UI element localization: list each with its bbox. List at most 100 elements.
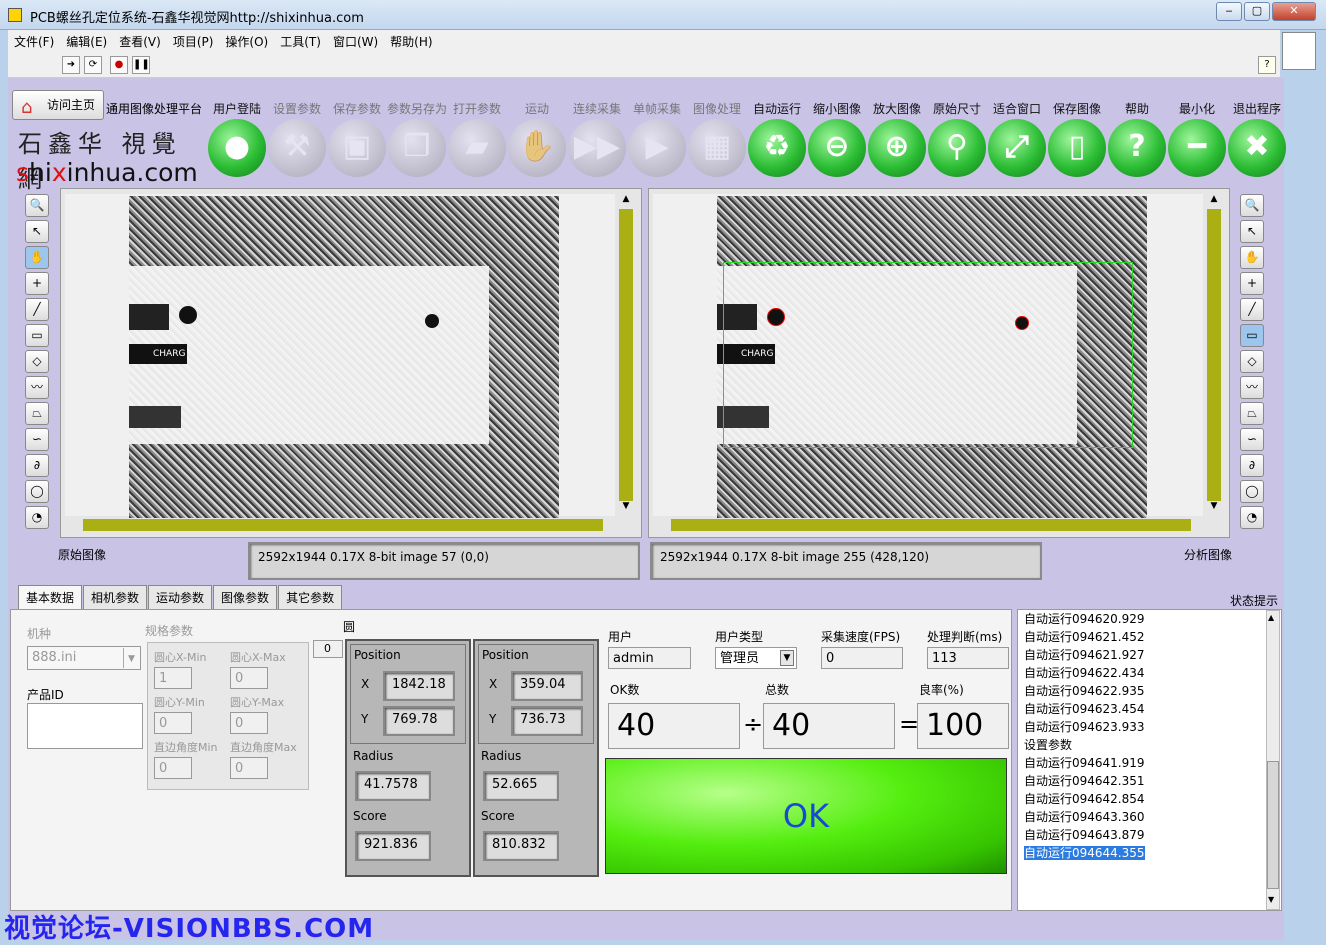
polygon-tool-icon[interactable]: ⏢	[25, 402, 49, 425]
menu-edit[interactable]: 编辑(E)	[60, 30, 113, 53]
polyline-tool-icon[interactable]: 〰	[25, 376, 49, 399]
toolbar-button[interactable]: ❐	[388, 119, 446, 177]
annulus-tool-icon[interactable]: ◔	[1240, 506, 1264, 529]
scroll-up-arrow-icon[interactable]: ▲	[619, 194, 633, 208]
rect-tool-icon[interactable]: ▭	[25, 324, 49, 347]
vertical-scroll-thumb[interactable]	[619, 209, 633, 501]
toolbar-button[interactable]: ▯	[1048, 119, 1106, 177]
menu-tools[interactable]: 工具(T)	[274, 30, 327, 53]
oval-tool-icon[interactable]: ◯	[1240, 480, 1264, 503]
minimize-window-button[interactable]: ‒	[1216, 2, 1242, 21]
scroll-thumb[interactable]	[1267, 761, 1279, 889]
toolbar-button[interactable]: ✋	[508, 119, 566, 177]
run-continuous-icon[interactable]: ⟳	[84, 56, 102, 74]
pan-tool-icon[interactable]: ✋	[1240, 246, 1264, 269]
toolbar-button[interactable]: ⚲	[928, 119, 986, 177]
status-log-list[interactable]: 自动运行094620.929 自动运行094621.452 自动运行094621.9…	[1017, 609, 1282, 911]
log-item[interactable]: 自动运行094644.355	[1018, 844, 1264, 862]
menu-view[interactable]: 查看(V)	[113, 30, 167, 53]
log-item[interactable]: 自动运行094642.854	[1018, 790, 1264, 808]
roi-rectangle[interactable]	[723, 262, 1133, 448]
scroll-up-arrow-icon[interactable]: ▲	[1207, 194, 1221, 208]
point-tool-icon[interactable]: +	[1240, 272, 1264, 295]
toolbar-button[interactable]: ✖	[1228, 119, 1286, 177]
horizontal-scroll-thumb[interactable]	[671, 519, 1191, 531]
center-x-max-input[interactable]: 0	[230, 667, 268, 689]
line-tool-icon[interactable]: ╱	[1240, 298, 1264, 321]
log-item[interactable]: 自动运行094622.434	[1018, 664, 1264, 682]
edge-angle-max-input[interactable]: 0	[230, 757, 268, 779]
zoom-tool-icon[interactable]: 🔍	[25, 194, 49, 217]
model-select[interactable]: 888.ini ▼	[27, 646, 141, 670]
log-item[interactable]: 自动运行094622.935	[1018, 682, 1264, 700]
freeline-tool-icon[interactable]: ∽	[1240, 428, 1264, 451]
product-id-input[interactable]	[27, 703, 143, 749]
point-tool-icon[interactable]: +	[25, 272, 49, 295]
visit-home-button[interactable]: ⌂ 访问主页	[12, 90, 104, 120]
center-y-max-input[interactable]: 0	[230, 712, 268, 734]
scroll-down-arrow-icon[interactable]: ▼	[619, 501, 633, 515]
analysis-image-display[interactable]: CHARG ▲ ▼	[648, 188, 1230, 538]
abort-icon[interactable]: ●	[110, 56, 128, 74]
menu-operate[interactable]: 操作(O)	[219, 30, 274, 53]
menu-project[interactable]: 项目(P)	[167, 30, 220, 53]
tab-motion-params[interactable]: 运动参数	[148, 585, 213, 610]
rotated-rect-tool-icon[interactable]: ◇	[25, 350, 49, 373]
toolbar-button[interactable]: ▶	[628, 119, 686, 177]
toolbar-button[interactable]: ⤢	[988, 119, 1046, 177]
log-item[interactable]: 自动运行094620.929	[1018, 610, 1264, 628]
annulus-tool-icon[interactable]: ◔	[25, 506, 49, 529]
scroll-down-arrow-icon[interactable]: ▼	[1268, 895, 1274, 904]
tab-camera-params[interactable]: 相机参数	[83, 585, 148, 610]
toolbar-button[interactable]: ●	[208, 119, 266, 177]
toolbar-button[interactable]: ⚒	[268, 119, 326, 177]
log-item[interactable]: 自动运行094642.351	[1018, 772, 1264, 790]
log-item[interactable]: 自动运行094623.933	[1018, 718, 1264, 736]
log-item[interactable]: 自动运行094643.879	[1018, 826, 1264, 844]
zoom-tool-icon[interactable]: 🔍	[1240, 194, 1264, 217]
menu-window[interactable]: 窗口(W)	[327, 30, 384, 53]
original-image-display[interactable]: CHARG ▲ ▼	[60, 188, 642, 538]
menu-file[interactable]: 文件(F)	[8, 30, 60, 53]
toolbar-button[interactable]: ━	[1168, 119, 1226, 177]
log-item[interactable]: 自动运行094643.360	[1018, 808, 1264, 826]
log-scrollbar[interactable]: ▲ ▼	[1266, 610, 1280, 910]
tab-other-params[interactable]: 其它参数	[278, 585, 343, 610]
center-y-min-input[interactable]: 0	[154, 712, 192, 734]
log-item[interactable]: 自动运行094621.927	[1018, 646, 1264, 664]
circle-index-control[interactable]: 0	[313, 640, 343, 658]
toolbar-button[interactable]: ▦	[688, 119, 746, 177]
log-item[interactable]: 自动运行094621.452	[1018, 628, 1264, 646]
toolbar-button[interactable]: ⊖	[808, 119, 866, 177]
select-tool-icon[interactable]: ↖	[1240, 220, 1264, 243]
edge-angle-min-input[interactable]: 0	[154, 757, 192, 779]
pause-icon[interactable]: ❚❚	[132, 56, 150, 74]
rect-tool-icon[interactable]: ▭	[1240, 324, 1264, 347]
chevron-down-icon[interactable]: ▼	[780, 650, 794, 666]
log-item[interactable]: 设置参数	[1018, 736, 1264, 754]
oval-tool-icon[interactable]: ◯	[25, 480, 49, 503]
pan-tool-icon[interactable]: ✋	[25, 246, 49, 269]
tab-image-params[interactable]: 图像参数	[213, 585, 278, 610]
freehand-tool-icon[interactable]: ∂	[1240, 454, 1264, 477]
log-item[interactable]: 自动运行094623.454	[1018, 700, 1264, 718]
freehand-tool-icon[interactable]: ∂	[25, 454, 49, 477]
toolbar-button[interactable]: ⊕	[868, 119, 926, 177]
line-tool-icon[interactable]: ╱	[25, 298, 49, 321]
close-window-button[interactable]: ✕	[1272, 2, 1316, 21]
menu-help[interactable]: 帮助(H)	[384, 30, 438, 53]
select-tool-icon[interactable]: ↖	[25, 220, 49, 243]
horizontal-scroll-thumb[interactable]	[83, 519, 603, 531]
scroll-down-arrow-icon[interactable]: ▼	[1207, 501, 1221, 515]
toolbar-button[interactable]: ▰	[448, 119, 506, 177]
maximize-window-button[interactable]: ▢	[1244, 2, 1270, 21]
toolbar-button[interactable]: ▶▶	[568, 119, 626, 177]
vertical-scroll-thumb[interactable]	[1207, 209, 1221, 501]
rotated-rect-tool-icon[interactable]: ◇	[1240, 350, 1264, 373]
toolbar-button[interactable]: ▣	[328, 119, 386, 177]
center-x-min-input[interactable]: 1	[154, 667, 192, 689]
chevron-down-icon[interactable]: ▼	[123, 648, 139, 668]
user-type-select[interactable]: 管理员 ▼	[715, 647, 797, 669]
polyline-tool-icon[interactable]: 〰	[1240, 376, 1264, 399]
scroll-up-arrow-icon[interactable]: ▲	[1268, 613, 1274, 622]
